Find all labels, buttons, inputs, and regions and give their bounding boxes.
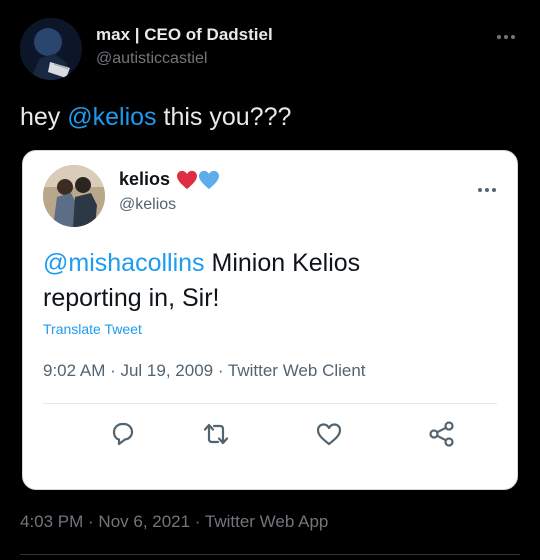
quoted-name-row: kelios — [119, 169, 220, 190]
avatar[interactable] — [20, 18, 82, 80]
red-heart-icon — [177, 170, 198, 189]
tweet-text-suffix: this you??? — [156, 103, 292, 131]
tweet-text: hey @kelios this you??? — [20, 101, 291, 133]
quoted-tweet-text: @mishacollins Minion Kelios reporting in… — [43, 246, 360, 316]
outer-tweet: max | CEO of Dadstiel @autisticcastiel h… — [0, 0, 540, 560]
share-icon[interactable] — [427, 419, 457, 449]
quoted-display-name[interactable]: kelios — [119, 169, 170, 190]
mention-link[interactable]: @kelios — [67, 103, 156, 131]
quoted-action-bar — [23, 419, 517, 449]
quoted-more-options-icon[interactable] — [478, 179, 500, 192]
reply-icon[interactable] — [108, 419, 138, 449]
retweet-icon[interactable] — [201, 419, 231, 449]
quoted-mention-link[interactable]: @mishacollins — [43, 249, 205, 277]
like-icon[interactable] — [314, 419, 344, 449]
display-name[interactable]: max | CEO of Dadstiel — [96, 25, 273, 45]
handle[interactable]: @autisticcastiel — [96, 49, 273, 69]
blue-heart-icon — [199, 170, 220, 189]
quoted-handle[interactable]: @kelios — [119, 196, 220, 214]
avatar-image — [20, 18, 82, 80]
tweet-header: max | CEO of Dadstiel @autisticcastiel — [96, 25, 273, 69]
quoted-avatar[interactable] — [43, 165, 105, 227]
bottom-divider — [20, 554, 520, 555]
quoted-divider — [43, 403, 497, 404]
tweet-text-prefix: hey — [20, 103, 68, 131]
quoted-tweet-card[interactable]: kelios @kelios @mishacollins Minion Keli… — [22, 150, 518, 490]
quoted-text-line1-rest: Minion Kelios — [204, 249, 361, 277]
quoted-text-line-2: reporting in, Sir! — [43, 284, 220, 312]
quoted-timestamp[interactable]: 9:02 AM · Jul 19, 2009 · Twitter Web Cli… — [43, 361, 366, 381]
translate-tweet-link[interactable]: Translate Tweet — [43, 321, 142, 337]
quoted-avatar-image — [43, 165, 105, 227]
quoted-text-line-1: @mishacollins Minion Kelios — [43, 246, 360, 281]
emoji-group — [176, 170, 220, 190]
quoted-header: kelios @kelios — [119, 169, 220, 214]
tweet-timestamp[interactable]: 4:03 PM · Nov 6, 2021 · Twitter Web App — [20, 512, 328, 532]
more-options-icon[interactable] — [497, 26, 519, 40]
